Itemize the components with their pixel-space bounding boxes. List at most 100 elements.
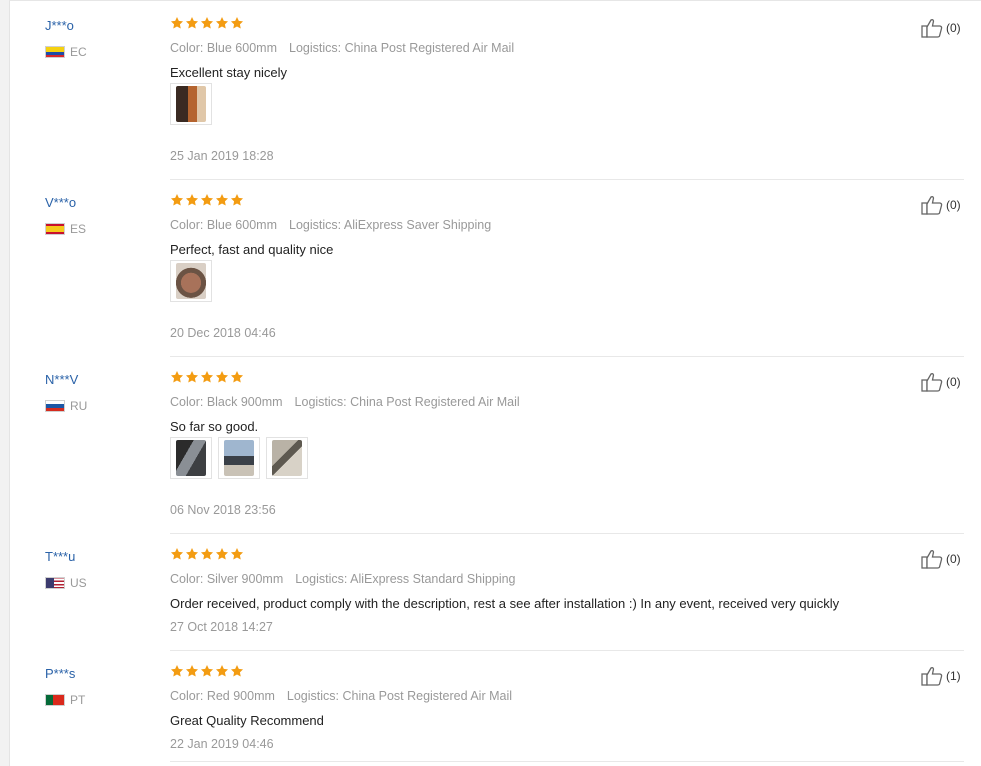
review-date: 22 Jan 2019 04:46 xyxy=(170,737,274,751)
review-date: 27 Oct 2018 14:27 xyxy=(170,620,273,634)
star-icon xyxy=(230,193,244,207)
flag-pt-icon xyxy=(45,694,65,706)
star-icon xyxy=(185,16,199,30)
helpful-count: (1) xyxy=(946,669,961,683)
helpful-button[interactable]: (1) xyxy=(921,666,961,686)
country-code: EC xyxy=(70,45,87,59)
thumbs-up-icon xyxy=(921,373,943,392)
flag-ru-icon xyxy=(45,400,65,412)
helpful-button[interactable]: (0) xyxy=(921,18,961,38)
review-text: Excellent stay nicely xyxy=(170,65,288,80)
reviewer-country: US xyxy=(45,575,87,591)
star-icon xyxy=(185,370,199,384)
review-divider xyxy=(170,650,964,651)
logistics: Logistics: China Post Registered Air Mai… xyxy=(289,41,515,55)
reviewer-name[interactable]: J***o xyxy=(45,18,74,34)
star-icon xyxy=(170,370,184,384)
review-meta: Color: Silver 900mm Logistics: AliExpress… xyxy=(170,571,516,587)
flag-ec-icon xyxy=(45,46,65,58)
helpful-count: (0) xyxy=(946,21,961,35)
star-icon xyxy=(230,664,244,678)
review-date: 06 Nov 2018 23:56 xyxy=(170,503,276,517)
review-photo-thumbnail[interactable] xyxy=(218,437,260,479)
thumbs-up-icon xyxy=(921,19,943,38)
star-icon xyxy=(200,664,214,678)
star-rating xyxy=(170,547,244,561)
helpful-count: (0) xyxy=(946,198,961,212)
star-icon xyxy=(185,547,199,561)
left-panel-edge xyxy=(0,0,10,766)
logistics: Logistics: China Post Registered Air Mai… xyxy=(294,395,520,409)
review-divider xyxy=(170,179,964,180)
star-icon xyxy=(200,193,214,207)
review-divider xyxy=(170,533,964,534)
star-icon xyxy=(230,16,244,30)
review-text: Perfect, fast and quality nice xyxy=(170,242,334,257)
helpful-button[interactable]: (0) xyxy=(921,549,961,569)
star-icon xyxy=(215,664,229,678)
star-icon xyxy=(215,193,229,207)
review-date: 20 Dec 2018 04:46 xyxy=(170,326,276,340)
star-icon xyxy=(170,664,184,678)
reviewer-name[interactable]: V***o xyxy=(45,195,76,211)
reviewer-country: PT xyxy=(45,692,85,708)
country-code: ES xyxy=(70,222,87,236)
country-code: PT xyxy=(70,693,86,707)
review-text: Great Quality Recommend xyxy=(170,713,324,728)
variant-color: Color: Blue 600mm xyxy=(170,218,277,232)
star-rating xyxy=(170,16,244,30)
reviewer-name[interactable]: N***V xyxy=(45,372,78,388)
logistics: Logistics: AliExpress Standard Shipping xyxy=(295,572,516,586)
star-icon xyxy=(230,370,244,384)
flag-es-icon xyxy=(45,223,65,235)
star-icon xyxy=(215,370,229,384)
helpful-button[interactable]: (0) xyxy=(921,372,961,392)
variant-color: Color: Black 900mm xyxy=(170,395,283,409)
logistics: Logistics: AliExpress Saver Shipping xyxy=(289,218,492,232)
star-icon xyxy=(215,547,229,561)
reviewer-country: ES xyxy=(45,221,86,237)
star-rating xyxy=(170,370,244,384)
logistics: Logistics: China Post Registered Air Mai… xyxy=(286,689,513,703)
review-text: Order received, product comply with the … xyxy=(170,596,840,611)
helpful-button[interactable]: (0) xyxy=(921,195,961,215)
thumbs-up-icon xyxy=(921,196,943,215)
star-rating xyxy=(170,664,244,678)
top-divider xyxy=(9,0,981,4)
reviewer-name[interactable]: P***s xyxy=(45,666,75,682)
flag-us-icon xyxy=(45,577,65,589)
star-icon xyxy=(200,16,214,30)
helpful-count: (0) xyxy=(946,552,961,566)
star-icon xyxy=(200,547,214,561)
star-icon xyxy=(185,664,199,678)
review-meta: Color: Blue 600mm Logistics: AliExpress S… xyxy=(170,217,491,233)
variant-color: Color: Silver 900mm xyxy=(170,572,284,586)
review-text: So far so good. xyxy=(170,419,259,434)
reviewer-country: EC xyxy=(45,44,87,60)
star-icon xyxy=(185,193,199,207)
star-icon xyxy=(215,16,229,30)
variant-color: Color: Red 900mm xyxy=(170,689,275,703)
star-icon xyxy=(170,547,184,561)
star-icon xyxy=(170,16,184,30)
review-photo-thumbnail[interactable] xyxy=(170,83,212,125)
review-meta: Color: Blue 600mm Logistics: China Post R… xyxy=(170,40,514,56)
country-code: US xyxy=(70,576,87,590)
review-photo-thumbnail[interactable] xyxy=(170,260,212,302)
review-divider xyxy=(170,761,964,762)
helpful-count: (0) xyxy=(946,375,961,389)
thumbs-up-icon xyxy=(921,667,943,686)
reviewer-name[interactable]: T***u xyxy=(45,549,75,565)
review-photo-thumbnail[interactable] xyxy=(170,437,212,479)
review-divider xyxy=(170,356,964,357)
review-meta: Color: Red 900mm Logistics: China Post Re… xyxy=(170,688,512,704)
review-date: 25 Jan 2019 18:28 xyxy=(170,149,274,163)
review-photos xyxy=(170,83,212,125)
review-photos xyxy=(170,260,212,302)
review-meta: Color: Black 900mm Logistics: China Post … xyxy=(170,394,520,410)
star-icon xyxy=(230,547,244,561)
thumbs-up-icon xyxy=(921,550,943,569)
review-photo-thumbnail[interactable] xyxy=(266,437,308,479)
review-photos xyxy=(170,437,308,479)
star-rating xyxy=(170,193,244,207)
